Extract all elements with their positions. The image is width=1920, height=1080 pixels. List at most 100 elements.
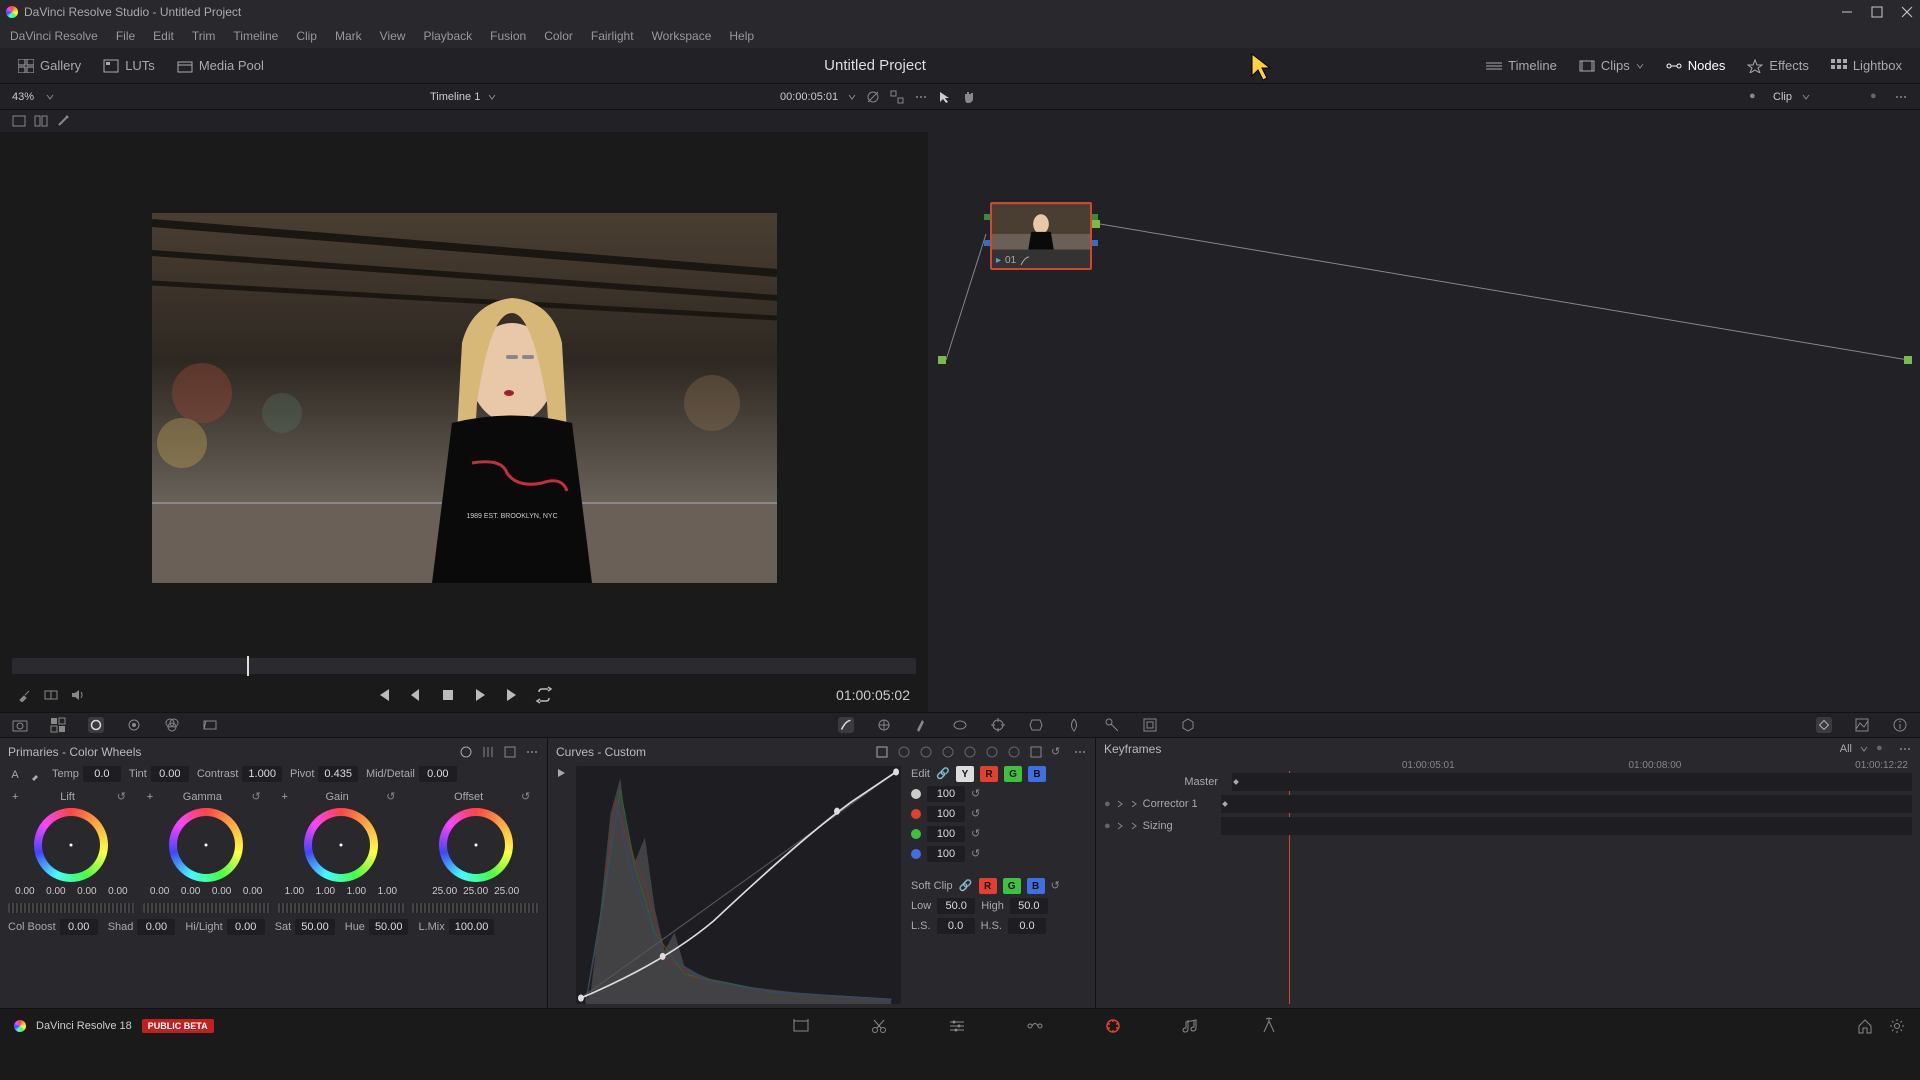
wheel-mode-icon[interactable] [459,745,473,759]
y-reset-icon[interactable]: ↺ [971,787,985,801]
gain-jog[interactable] [278,903,405,913]
options-icon[interactable] [914,90,928,104]
viewer-scrubber[interactable] [12,658,916,674]
nodes-options-icon[interactable] [1894,90,1908,104]
chevron-down-icon[interactable] [1802,93,1810,101]
kf-row-corrector1[interactable]: ● Corrector 1 [1104,793,1912,815]
split-icon[interactable] [44,688,58,702]
chevron-right-icon[interactable] [1115,821,1125,831]
zoom-value[interactable]: 43% [12,91,34,103]
offset-wheel[interactable]: Offset↺ 25.0025.0025.00 [412,790,539,913]
picker-icon[interactable] [18,688,32,702]
menu-workspace[interactable]: Workspace [652,29,712,43]
info-icon[interactable] [1892,717,1908,733]
gain-pick-icon[interactable]: + [282,791,288,803]
prev-clip-button[interactable] [375,686,393,704]
primaries-options-icon[interactable] [525,745,539,759]
middetail-value[interactable]: 0.00 [419,766,457,782]
fairlight-page-icon[interactable] [1182,1017,1200,1035]
window-icon[interactable] [952,717,968,733]
kf-options-icon[interactable] [1898,742,1912,756]
shad-value[interactable]: 0.00 [137,919,175,935]
channel-b-button[interactable]: B [1028,766,1046,782]
lift-pick-icon[interactable]: + [12,791,18,803]
sat-sat-icon[interactable] [985,745,999,759]
ls-value[interactable]: 0.0 [937,918,975,934]
tracker-icon[interactable] [990,717,1006,733]
deliver-page-icon[interactable] [1260,1017,1278,1035]
bypass-icon[interactable] [866,90,880,104]
curves-icon[interactable] [838,717,854,733]
b-intensity[interactable]: 100 [927,846,965,862]
next-clip-button[interactable] [503,686,521,704]
chevron-down-icon[interactable] [848,93,856,101]
nodes-editor[interactable]: ▸ 01 [928,132,1920,712]
menu-mark[interactable]: Mark [335,29,362,43]
low-value[interactable]: 50.0 [937,898,975,914]
hs-value[interactable]: 0.0 [1008,918,1046,934]
kf-row-master[interactable]: Master [1104,771,1912,793]
softclip-b-button[interactable]: B [1027,878,1045,894]
channel-y-button[interactable]: Y [956,766,974,782]
menu-help[interactable]: Help [729,29,754,43]
hand-icon[interactable] [962,90,976,104]
effects-button[interactable]: Effects [1739,54,1817,77]
offset-jog[interactable] [412,903,539,913]
settings-icon[interactable] [1888,1017,1906,1035]
color-match-icon[interactable] [50,717,66,733]
rgb-mixer-icon[interactable] [164,717,180,733]
r-reset-icon[interactable]: ↺ [971,807,985,821]
keyframes-all-dropdown[interactable]: All [1840,743,1852,755]
hue-lum-icon[interactable] [941,745,955,759]
contrast-value[interactable]: 1.000 [242,766,282,782]
pivot-value[interactable]: 0.435 [318,766,358,782]
hilight-value[interactable]: 0.00 [227,919,265,935]
sizing-icon[interactable] [1142,717,1158,733]
softclip-reset-icon[interactable]: ↺ [1051,879,1065,893]
gamma-pick-icon[interactable]: + [147,791,153,803]
menu-file[interactable]: File [116,29,135,43]
hue-hue-icon[interactable] [897,745,911,759]
curves-options-icon[interactable] [1073,745,1087,759]
expand-icon[interactable] [890,90,904,104]
media-page-icon[interactable] [792,1017,810,1035]
log-mode-icon[interactable] [503,745,517,759]
hdr-icon[interactable] [126,717,142,733]
channel-r-button[interactable]: R [980,766,998,782]
chevron-right-icon[interactable] [1115,799,1125,809]
sat-lum-icon[interactable] [1007,745,1021,759]
step-back-button[interactable] [407,686,425,704]
viewer[interactable]: 1989 EST. BROOKLYN, NYC [0,132,928,654]
clip-dropdown[interactable]: Clip [1773,91,1792,103]
lmix-value[interactable]: 100.00 [449,919,495,935]
scopes-icon[interactable] [1854,717,1870,733]
motion-icon[interactable] [202,717,218,733]
chevron-right-icon[interactable] [1129,799,1139,809]
timeline-name[interactable]: Timeline 1 [430,91,480,103]
camera-raw-icon[interactable] [12,717,28,733]
chevron-right-icon[interactable] [1129,821,1139,831]
hue-sat-icon[interactable] [919,745,933,759]
g-reset-icon[interactable]: ↺ [971,827,985,841]
wand-icon[interactable] [56,114,70,128]
kf-dot-icon[interactable]: ● [1876,742,1890,756]
menu-view[interactable]: View [380,29,406,43]
magic-mask-icon[interactable] [1028,717,1044,733]
luts-button[interactable]: LUTs [95,54,163,77]
bars-mode-icon[interactable] [481,745,495,759]
menu-timeline[interactable]: Timeline [233,29,278,43]
colboost-value[interactable]: 0.00 [60,919,98,935]
home-icon[interactable] [1856,1017,1874,1035]
audio-icon[interactable] [70,688,84,702]
high-value[interactable]: 50.0 [1010,898,1048,914]
curves-graph[interactable] [576,766,901,1004]
softclip-r-button[interactable]: R [979,878,997,894]
primaries-icon[interactable] [88,717,104,733]
g-intensity[interactable]: 100 [927,826,965,842]
stop-button[interactable] [439,686,457,704]
sat-value[interactable]: 50.00 [295,919,335,935]
single-view-icon[interactable] [12,114,26,128]
maximize-button[interactable] [1870,5,1884,19]
tint-value[interactable]: 0.00 [151,766,189,782]
pointer-icon[interactable] [938,90,952,104]
